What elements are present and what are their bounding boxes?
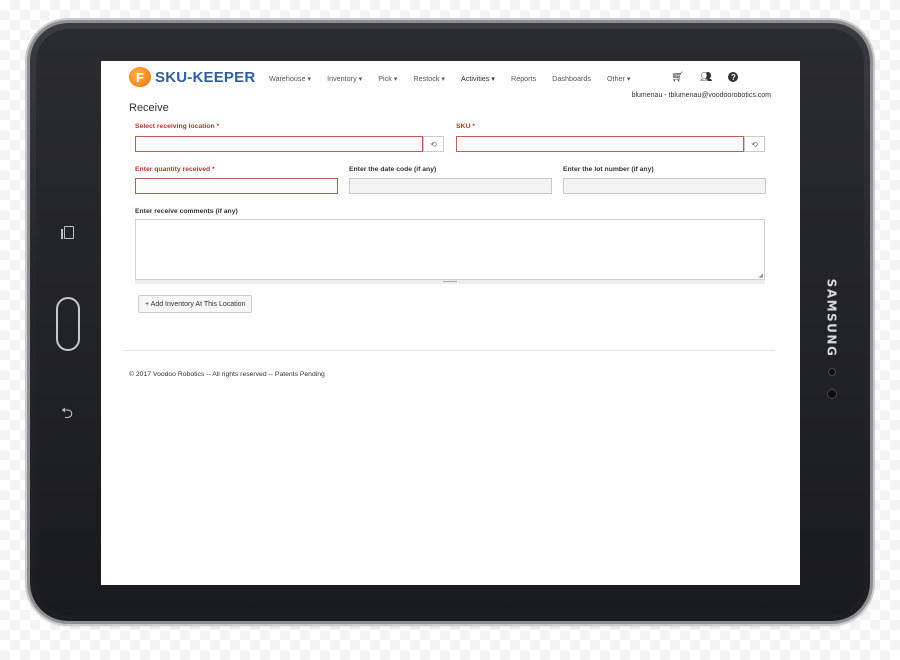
menu-inventory[interactable]: Inventory ▾ — [327, 74, 362, 83]
back-icon[interactable]: ⮌ — [61, 403, 73, 428]
location-field[interactable] — [135, 136, 423, 152]
date-code-field[interactable] — [349, 178, 552, 194]
footer-text: © 2017 Voodoo Robotics -- All rights res… — [129, 371, 325, 378]
light-sensor — [828, 368, 836, 376]
menu-activities[interactable]: Activities ▾ — [461, 74, 495, 83]
menu-dashboards[interactable]: Dashboards — [552, 74, 591, 83]
resize-handle-icon[interactable]: ◢ — [758, 272, 763, 279]
textarea-grip[interactable] — [135, 280, 765, 284]
tablet-device: ⮌ SAMSUNG F SKU-KEEPER Warehouse ▾ Inven… — [30, 23, 870, 621]
app-logo[interactable]: F SKU-KEEPER — [129, 67, 255, 87]
menu-other[interactable]: Other ▾ — [607, 74, 631, 83]
logo-text: SKU-KEEPER — [155, 68, 256, 86]
home-button[interactable] — [56, 297, 80, 351]
quantity-label: Enter quantity received * — [135, 166, 215, 173]
sku-refresh-icon[interactable]: ⟲ — [744, 136, 765, 152]
cart-icon[interactable]: 🛒︎ — [671, 72, 684, 83]
help-icon[interactable]: ? — [728, 72, 739, 82]
lot-number-label: Enter the lot number (if any) — [563, 166, 654, 173]
front-camera — [827, 389, 837, 399]
comments-label: Enter receive comments (if any) — [135, 208, 238, 215]
nav-icon-group: 🛒︎ 👥︎ ? — [671, 72, 739, 83]
device-brand: SAMSUNG — [824, 278, 838, 358]
logo-mark-icon: F — [129, 67, 151, 87]
sku-field[interactable] — [456, 136, 744, 152]
quantity-field[interactable] — [135, 178, 338, 194]
top-navbar: F SKU-KEEPER Warehouse ▾ Inventory ▾ Pic… — [101, 61, 800, 99]
page-title: Receive — [129, 102, 169, 114]
users-icon[interactable]: 👥︎ — [700, 72, 713, 83]
lot-number-field[interactable] — [563, 178, 766, 194]
divider — [123, 350, 775, 351]
menu-pick[interactable]: Pick ▾ — [378, 74, 397, 83]
user-info: blumenau - tblumenau@voodoorobotics.com — [631, 92, 771, 99]
menu-warehouse[interactable]: Warehouse ▾ — [269, 74, 311, 83]
recent-apps-icon[interactable] — [61, 226, 74, 239]
sku-label: SKU * — [456, 123, 475, 130]
comments-textarea[interactable]: ◢ — [135, 219, 765, 280]
menu-reports[interactable]: Reports — [511, 74, 536, 83]
menu-restock[interactable]: Restock ▾ — [413, 74, 445, 83]
add-inventory-button[interactable]: + Add Inventory At This Location — [138, 295, 253, 313]
date-code-label: Enter the date code (if any) — [349, 166, 437, 173]
location-refresh-icon[interactable]: ⟲ — [423, 136, 444, 152]
screen: F SKU-KEEPER Warehouse ▾ Inventory ▾ Pic… — [101, 61, 800, 585]
location-label: Select receiving location * — [135, 123, 220, 130]
main-menu: Warehouse ▾ Inventory ▾ Pick ▾ Restock ▾… — [269, 74, 647, 83]
